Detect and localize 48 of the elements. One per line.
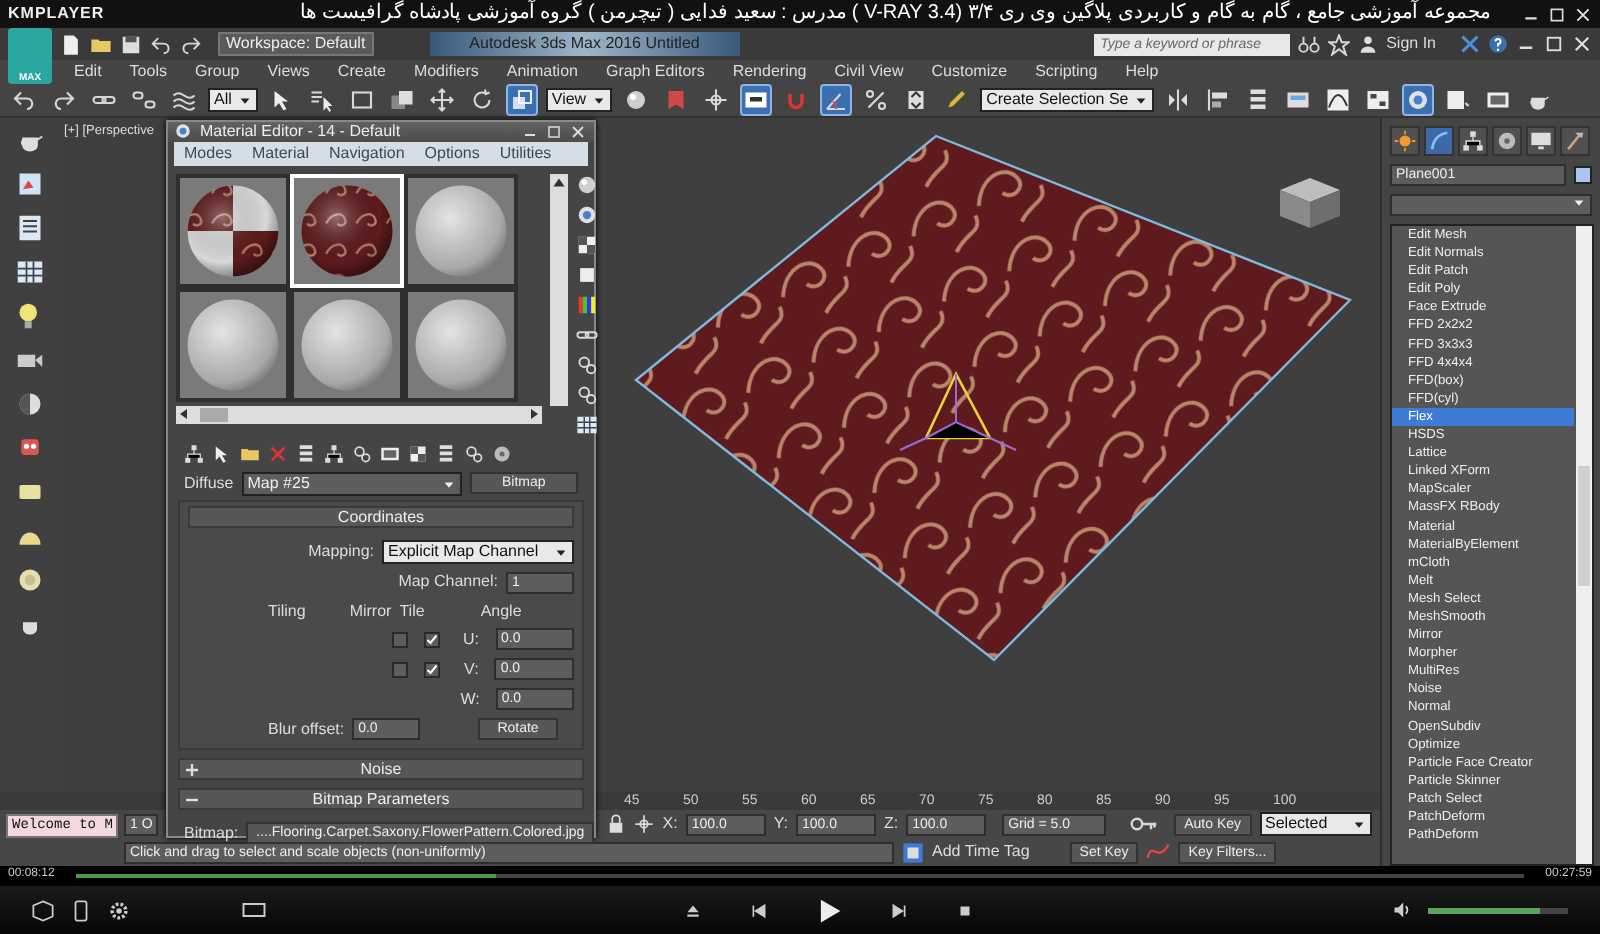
menu-item[interactable]: Civil View	[820, 60, 918, 82]
menu-item[interactable]: Group	[180, 60, 254, 82]
window-title: Autodesk 3ds Max 2016 Untitled	[429, 32, 740, 56]
menu-item[interactable]: Modifiers	[399, 60, 493, 82]
rollout-header[interactable]: Coordinates	[188, 505, 574, 528]
axis-label: X:	[662, 814, 678, 834]
menu-item[interactable]: Modes	[174, 141, 243, 166]
diffuse-label: Diffuse	[184, 473, 234, 493]
window-title: Material Editor - 14 - Default	[200, 122, 401, 142]
tile-header: Tile	[399, 601, 425, 621]
menu-item[interactable]: Animation	[492, 60, 592, 82]
axis-label: U:	[463, 629, 479, 649]
sign-in-link[interactable]: Sign In	[1386, 34, 1436, 54]
angle-header: Angle	[480, 601, 522, 621]
menu-item[interactable]: Material	[242, 141, 319, 166]
menu-item[interactable]: Views	[253, 60, 324, 82]
toolbar-dropdown[interactable]: All	[208, 87, 258, 111]
menu-item[interactable]: Customize	[917, 60, 1022, 82]
menu-item[interactable]: Scripting	[1021, 60, 1112, 82]
rollout-header[interactable]: Noise	[178, 758, 584, 781]
bitmap-label: Bitmap:	[184, 823, 239, 843]
menu-item[interactable]: Tools	[115, 60, 181, 82]
workspace-dropdown[interactable]: Workspace: Default	[218, 32, 374, 56]
axis-label: Z:	[883, 814, 899, 834]
menu-item[interactable]: Options	[414, 141, 490, 166]
toolbar-dropdown[interactable]: View	[545, 87, 613, 111]
menu-item[interactable]: Graph Editors	[591, 60, 719, 82]
key-mode-dropdown[interactable]: Selected	[1259, 812, 1372, 836]
menu-item[interactable]: Create	[323, 60, 400, 82]
map-channel-label: Map Channel:	[398, 572, 498, 592]
mapping-label: Mapping:	[308, 541, 374, 561]
mapping-dropdown[interactable]: Explicit Map Channel	[382, 539, 574, 564]
axis-label: V:	[464, 659, 479, 679]
menu-item[interactable]: Edit	[60, 60, 116, 82]
menu-item[interactable]: Navigation	[318, 141, 415, 166]
rollout-header[interactable]: Bitmap Parameters	[178, 788, 584, 811]
menu-item[interactable]: Help	[1111, 60, 1173, 82]
blur-offset-label: Blur offset:	[268, 719, 345, 739]
tiling-header: Tiling	[268, 601, 306, 621]
menu-item[interactable]: Utilities	[489, 141, 562, 166]
axis-label: W:	[460, 689, 480, 709]
mirror-header: Mirror	[349, 601, 392, 621]
add-time-tag-button[interactable]: Add Time Tag	[932, 842, 1030, 862]
menu-item[interactable]: Rendering	[718, 60, 821, 82]
map-name-field[interactable]: Map #25	[241, 471, 462, 496]
toolbar-dropdown[interactable]: Create Selection Se	[980, 87, 1155, 111]
axis-label: Y:	[773, 814, 788, 834]
player-logo: KMPLAYER	[8, 4, 105, 24]
